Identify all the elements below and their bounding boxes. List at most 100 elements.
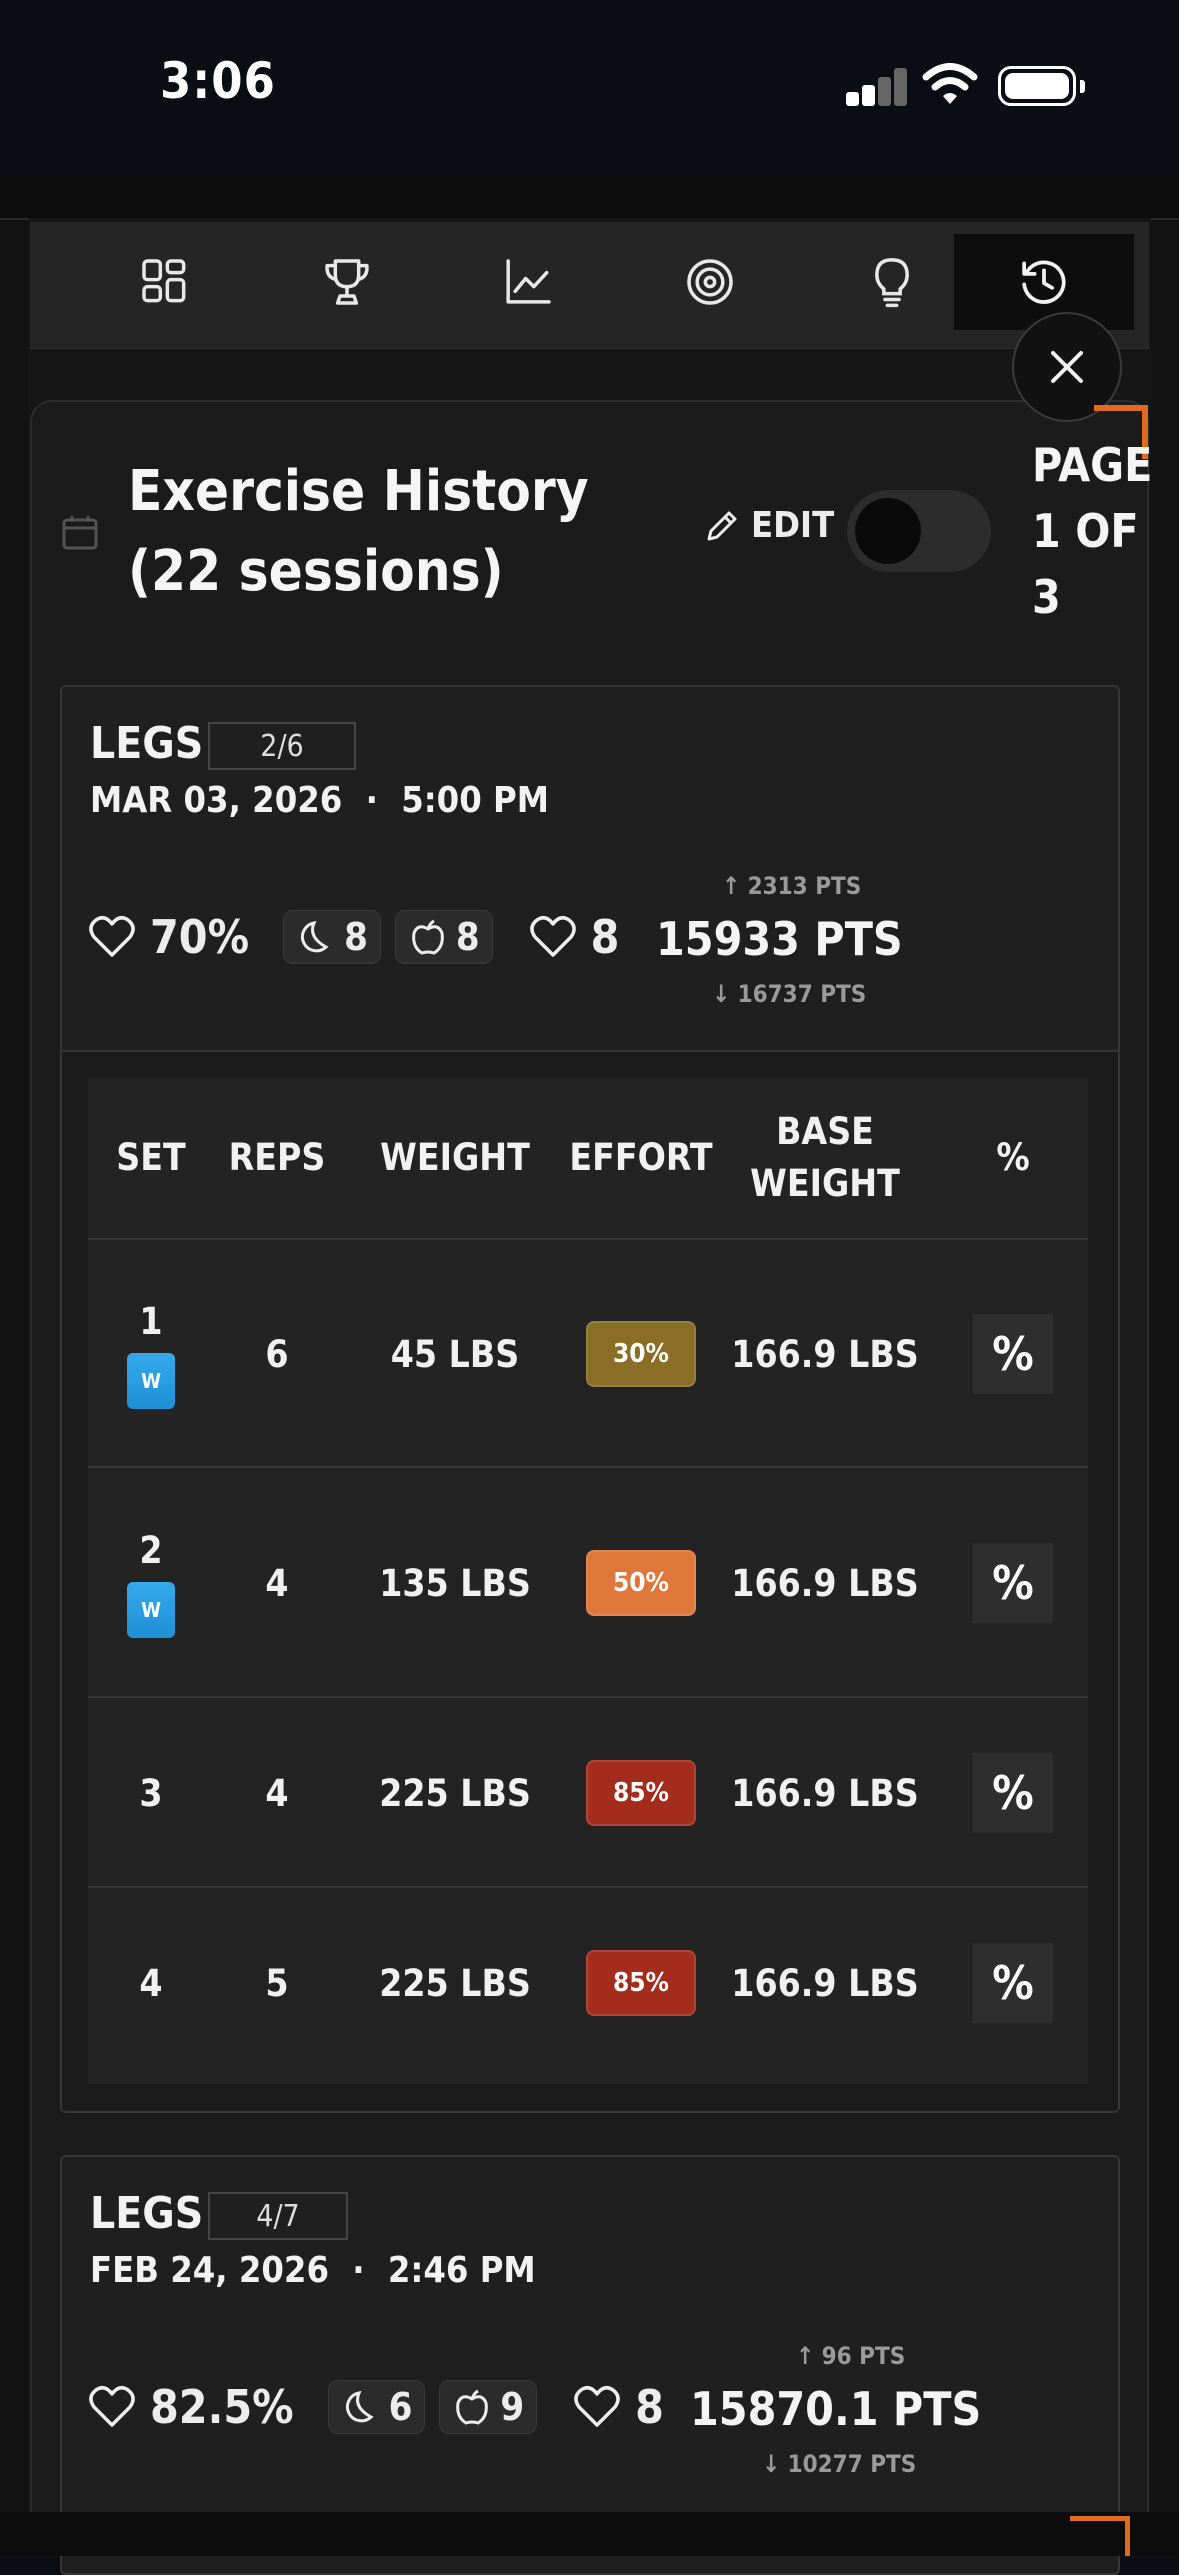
reps: 4 bbox=[265, 1771, 289, 1815]
set-number-value: 2 bbox=[139, 1528, 163, 1572]
nutrition-pill: 9 bbox=[439, 2380, 538, 2434]
weight: 45 LBS bbox=[390, 1332, 520, 1376]
session-datetime: FEB 24, 2026 · 2:46 PM bbox=[90, 2250, 536, 2291]
lightbulb-icon bbox=[875, 258, 909, 308]
tab-goals[interactable] bbox=[620, 234, 800, 330]
weight: 225 LBS bbox=[379, 1961, 531, 2005]
nutrition-score: 9 bbox=[500, 2385, 525, 2429]
session-time: 2:46 PM bbox=[387, 2250, 536, 2291]
session-datetime: MAR 03, 2026 · 5:00 PM bbox=[90, 780, 549, 821]
heart-icon bbox=[89, 2386, 135, 2427]
session-stats: 82.5% 6 9 8 bbox=[88, 2380, 664, 2434]
base-weight: 166.9 LBS bbox=[731, 1771, 919, 1815]
moon-icon bbox=[301, 921, 329, 953]
heart-score: 8 bbox=[635, 2380, 664, 2434]
base-weight: 166.9 LBS bbox=[731, 1561, 919, 1605]
set-number: 4 bbox=[139, 1961, 163, 2005]
session-date: FEB 24, 2026 bbox=[90, 2250, 329, 2291]
percent-button[interactable]: % bbox=[973, 1753, 1053, 1833]
tab-progress[interactable] bbox=[438, 234, 618, 330]
session-date: MAR 03, 2026 bbox=[90, 780, 343, 821]
effort-badge: 85% bbox=[586, 1950, 696, 2016]
wifi-icon bbox=[922, 63, 978, 104]
target-icon bbox=[687, 259, 733, 305]
moon-icon bbox=[345, 2391, 374, 2423]
session-badge: 4/7 bbox=[208, 2192, 348, 2240]
trophy-icon bbox=[325, 259, 369, 305]
heart-icon bbox=[529, 916, 576, 957]
set-number: 3 bbox=[139, 1771, 163, 1815]
reps: 4 bbox=[265, 1561, 289, 1605]
tab-dashboard[interactable] bbox=[75, 234, 255, 330]
heart-score: 8 bbox=[590, 910, 620, 964]
points-up: ↑ 2313 PTS bbox=[722, 872, 862, 900]
page-title-line2: (22 sessions) bbox=[128, 539, 504, 604]
col-header-percent: % bbox=[996, 1136, 1030, 1179]
page-title-line1: Exercise History bbox=[128, 459, 589, 524]
base-weight: 166.9 LBS bbox=[731, 1332, 919, 1376]
heart-rate-percent: 82.5% bbox=[150, 2380, 294, 2434]
col-header-reps: REPS bbox=[228, 1136, 326, 1179]
edit-label: EDIT bbox=[751, 505, 835, 546]
points-down: ↓ 16737 PTS bbox=[712, 980, 867, 1008]
effort-badge: 85% bbox=[586, 1760, 696, 1826]
session-name: LEGS bbox=[90, 2188, 204, 2239]
percent-button[interactable]: % bbox=[973, 1543, 1053, 1623]
effort-cell: 30% bbox=[570, 1240, 712, 1468]
edit-button[interactable]: EDIT bbox=[703, 505, 834, 546]
col-header-base-weight-line2: WEIGHT bbox=[750, 1162, 900, 1205]
effort-cell: 50% bbox=[570, 1468, 712, 1698]
session-name: LEGS bbox=[90, 718, 204, 769]
sleep-pill: 8 bbox=[283, 910, 381, 964]
warmup-badge: W bbox=[127, 1581, 175, 1638]
table-row[interactable]: 4 5 225 LBS 85% 166.9 LBS % bbox=[88, 1886, 1088, 2078]
session-stats: 70% 8 8 8 bbox=[88, 910, 619, 964]
reps: 5 bbox=[265, 1961, 289, 2005]
page-indicator-line3: 3 bbox=[1032, 570, 1061, 624]
history-icon bbox=[1022, 260, 1066, 304]
effort-badge: 50% bbox=[586, 1550, 696, 1616]
chart-icon bbox=[506, 259, 551, 304]
sleep-pill: 6 bbox=[327, 2380, 426, 2434]
points-up-value: 96 PTS bbox=[821, 2342, 906, 2370]
col-header-set: SET bbox=[116, 1136, 186, 1179]
percent-button[interactable]: % bbox=[973, 1314, 1053, 1394]
page-indicator: PAGE 1 OF 3 bbox=[1032, 432, 1152, 630]
table-row[interactable]: 1 W 6 45 LBS 30% 166.9 LBS % bbox=[88, 1238, 1088, 1468]
heart-icon bbox=[574, 2386, 620, 2427]
apple-icon bbox=[412, 919, 444, 955]
sets-table: SET REPS WEIGHT EFFORT BASE WEIGHT % 1 W… bbox=[88, 1078, 1088, 2084]
bottom-corner-accent bbox=[1070, 2516, 1130, 2556]
col-header-base-weight-line1: BASE bbox=[776, 1110, 874, 1153]
close-icon bbox=[1051, 351, 1083, 383]
cellular-signal-icon bbox=[846, 66, 907, 106]
col-header-base-weight: BASE WEIGHT bbox=[712, 1078, 938, 1238]
percent-cell: % bbox=[938, 1888, 1088, 2078]
table-row[interactable]: 3 4 225 LBS 85% 166.9 LBS % bbox=[88, 1696, 1088, 1888]
percent-button[interactable]: % bbox=[973, 1943, 1053, 2023]
bottom-strip bbox=[0, 2512, 1179, 2556]
heart-icon bbox=[89, 916, 135, 957]
tab-trophy[interactable] bbox=[257, 234, 437, 330]
calendar-icon bbox=[62, 516, 98, 550]
sleep-score: 6 bbox=[388, 2385, 413, 2429]
points-down: ↓ 10277 PTS bbox=[762, 2450, 917, 2478]
percent-cell: % bbox=[938, 1468, 1088, 1698]
battery-icon bbox=[998, 66, 1076, 106]
page-title: Exercise History (22 sessions) bbox=[128, 452, 668, 612]
session-points: 15933 PTS bbox=[656, 912, 903, 966]
nutrition-score: 8 bbox=[455, 915, 480, 959]
edit-toggle[interactable] bbox=[847, 490, 991, 572]
set-number-value: 1 bbox=[139, 1299, 163, 1343]
col-header-weight: WEIGHT bbox=[380, 1136, 530, 1179]
page-indicator-line1: PAGE bbox=[1032, 438, 1153, 492]
warmup-badge: W bbox=[127, 1352, 175, 1409]
dashboard-icon bbox=[142, 259, 186, 303]
status-time: 3:06 bbox=[160, 52, 276, 110]
table-row[interactable]: 2 W 4 135 LBS 50% 166.9 LBS % bbox=[88, 1466, 1088, 1698]
weight: 135 LBS bbox=[379, 1561, 531, 1605]
percent-cell: % bbox=[938, 1240, 1088, 1468]
weight: 225 LBS bbox=[379, 1771, 531, 1815]
heart-rate-percent: 70% bbox=[150, 910, 250, 964]
nutrition-pill: 8 bbox=[394, 910, 493, 964]
